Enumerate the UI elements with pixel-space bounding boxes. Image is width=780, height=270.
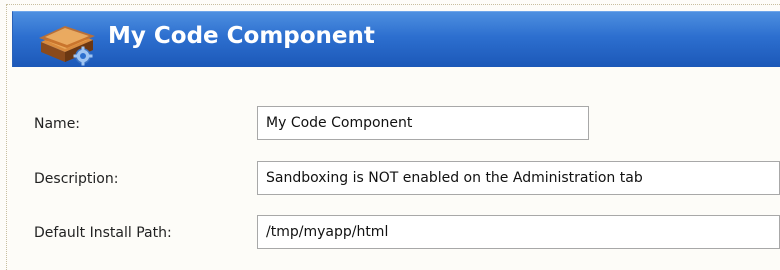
install-path-label: Default Install Path: <box>34 225 172 241</box>
name-label: Name: <box>34 116 81 132</box>
install-path-input[interactable]: /tmp/myapp/html <box>257 215 780 249</box>
component-editor-panel: My Code Component Name: My Code Componen… <box>0 0 780 270</box>
description-input[interactable]: Sandboxing is NOT enabled on the Adminis… <box>257 161 780 195</box>
component-title: My Code Component <box>108 23 375 49</box>
name-row: Name: My Code Component <box>12 104 780 148</box>
description-row: Description: Sandboxing is NOT enabled o… <box>12 159 780 203</box>
name-input[interactable]: My Code Component <box>257 106 589 140</box>
description-label: Description: <box>34 171 119 187</box>
panel-left-border <box>6 4 7 270</box>
component-box-icon <box>39 26 95 66</box>
install-path-row: Default Install Path: /tmp/myapp/html <box>12 215 780 259</box>
panel-top-border <box>6 4 780 5</box>
component-header: My Code Component <box>12 11 780 67</box>
